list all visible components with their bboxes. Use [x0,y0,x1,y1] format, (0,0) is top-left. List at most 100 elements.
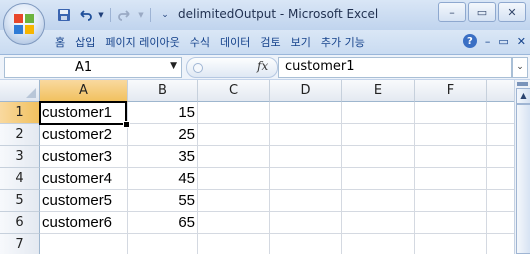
minimize-button[interactable]: – [438,2,466,22]
cell-c2[interactable] [198,124,270,146]
undo-dropdown-icon[interactable]: ▼ [97,6,105,24]
column-header-e[interactable]: E [342,80,415,102]
doc-close-button[interactable]: ✕ [517,35,526,48]
restore-button[interactable]: ▭ [468,2,496,22]
redo-icon[interactable] [116,6,134,24]
cell-d2[interactable] [270,124,342,146]
column-header-g[interactable] [487,80,514,102]
cell-c3[interactable] [198,146,270,168]
doc-restore-button[interactable]: ▭ [498,35,508,48]
cell-e4[interactable] [342,168,415,190]
name-box[interactable]: A1 ▼ [4,57,182,78]
expand-formula-bar-icon[interactable]: ⌄ [512,57,528,78]
cell-e1[interactable] [342,102,415,124]
cell-g5[interactable] [487,190,514,212]
cell-a1[interactable]: customer1 [40,102,128,124]
cell-a6[interactable]: customer6 [40,212,128,234]
worksheet-grid[interactable]: A B C D E F 1 2 3 4 5 6 7 customer1 15 c… [0,80,514,254]
cell-f2[interactable] [415,124,487,146]
cell-g3[interactable] [487,146,514,168]
save-icon[interactable] [55,6,73,24]
row-header-6[interactable]: 6 [0,212,40,234]
doc-minimize-button[interactable]: – [485,35,491,48]
cell-d6[interactable] [270,212,342,234]
cell-e5[interactable] [342,190,415,212]
tab-review[interactable]: 검토 [255,33,285,53]
undo-icon[interactable] [76,6,94,24]
cell-d7[interactable] [270,234,342,254]
ribbon-right-controls: ? – ▭ ✕ [462,34,526,48]
row-header-5[interactable]: 5 [0,190,40,212]
tab-formulas[interactable]: 수식 [185,33,215,53]
cell-g4[interactable] [487,168,514,190]
column-header-b[interactable]: B [128,80,198,102]
cell-f7[interactable] [415,234,487,254]
cell-a7[interactable] [40,234,128,254]
office-button[interactable] [3,3,45,45]
window-title: delimitedOutput - Microsoft Excel [178,7,379,21]
row-header-3[interactable]: 3 [0,146,40,168]
tab-insert[interactable]: 삽입 [70,33,100,53]
cell-e6[interactable] [342,212,415,234]
select-all-button[interactable] [0,80,40,102]
row-header-1[interactable]: 1 [0,102,40,124]
cell-g7[interactable] [487,234,514,254]
redo-dropdown-icon[interactable]: ▼ [137,6,145,24]
tab-home[interactable]: 홈 [50,33,70,53]
cell-c5[interactable] [198,190,270,212]
cell-g2[interactable] [487,124,514,146]
scroll-thumb[interactable] [516,104,530,254]
column-header-c[interactable]: C [198,80,270,102]
cell-a5[interactable]: customer5 [40,190,128,212]
row-header-2[interactable]: 2 [0,124,40,146]
close-button[interactable]: ✕ [498,2,526,22]
cell-a2[interactable]: customer2 [40,124,128,146]
tab-add-ins[interactable]: 추가 기능 [316,33,370,53]
name-box-dropdown-icon[interactable]: ▼ [170,61,177,71]
cell-e7[interactable] [342,234,415,254]
cell-d5[interactable] [270,190,342,212]
cell-f3[interactable] [415,146,487,168]
title-bar: ▼ ▼ ⌄ delimitedOutput - Microsoft Excel … [0,0,530,31]
customize-qat-icon[interactable]: ⌄ [156,6,174,24]
tab-page-layout[interactable]: 페이지 레이아웃 [100,33,184,53]
cell-g1[interactable] [487,102,514,124]
column-header-a[interactable]: A [40,80,128,102]
row-header-7[interactable]: 7 [0,234,40,254]
cell-b5[interactable]: 55 [128,190,198,212]
cell-e3[interactable] [342,146,415,168]
cell-a3[interactable]: customer3 [40,146,128,168]
cell-b1[interactable]: 15 [128,102,198,124]
cell-f4[interactable] [415,168,487,190]
cell-d3[interactable] [270,146,342,168]
cell-d1[interactable] [270,102,342,124]
cell-b2[interactable]: 25 [128,124,198,146]
cell-b4[interactable]: 45 [128,168,198,190]
insert-function-button[interactable]: fx [257,59,268,73]
fill-handle[interactable] [123,121,130,128]
cell-f5[interactable] [415,190,487,212]
formula-input[interactable]: customer1 [278,57,512,78]
cell-f6[interactable] [415,212,487,234]
column-header-d[interactable]: D [270,80,342,102]
tab-view[interactable]: 보기 [286,33,316,53]
tab-data[interactable]: 데이터 [215,33,255,53]
cell-c1[interactable] [198,102,270,124]
cell-b7[interactable] [128,234,198,254]
cell-a4[interactable]: customer4 [40,168,128,190]
scroll-up-icon[interactable]: ▲ [516,88,530,104]
cell-f1[interactable] [415,102,487,124]
cell-c7[interactable] [198,234,270,254]
cell-e2[interactable] [342,124,415,146]
cell-c4[interactable] [198,168,270,190]
cell-d4[interactable] [270,168,342,190]
help-icon[interactable]: ? [462,34,477,48]
vertical-scrollbar[interactable]: ▲ [514,80,530,254]
split-handle[interactable] [517,82,528,86]
cell-g6[interactable] [487,212,514,234]
cell-c6[interactable] [198,212,270,234]
column-header-f[interactable]: F [415,80,487,102]
cell-b3[interactable]: 35 [128,146,198,168]
row-header-4[interactable]: 4 [0,168,40,190]
cell-b6[interactable]: 65 [128,212,198,234]
